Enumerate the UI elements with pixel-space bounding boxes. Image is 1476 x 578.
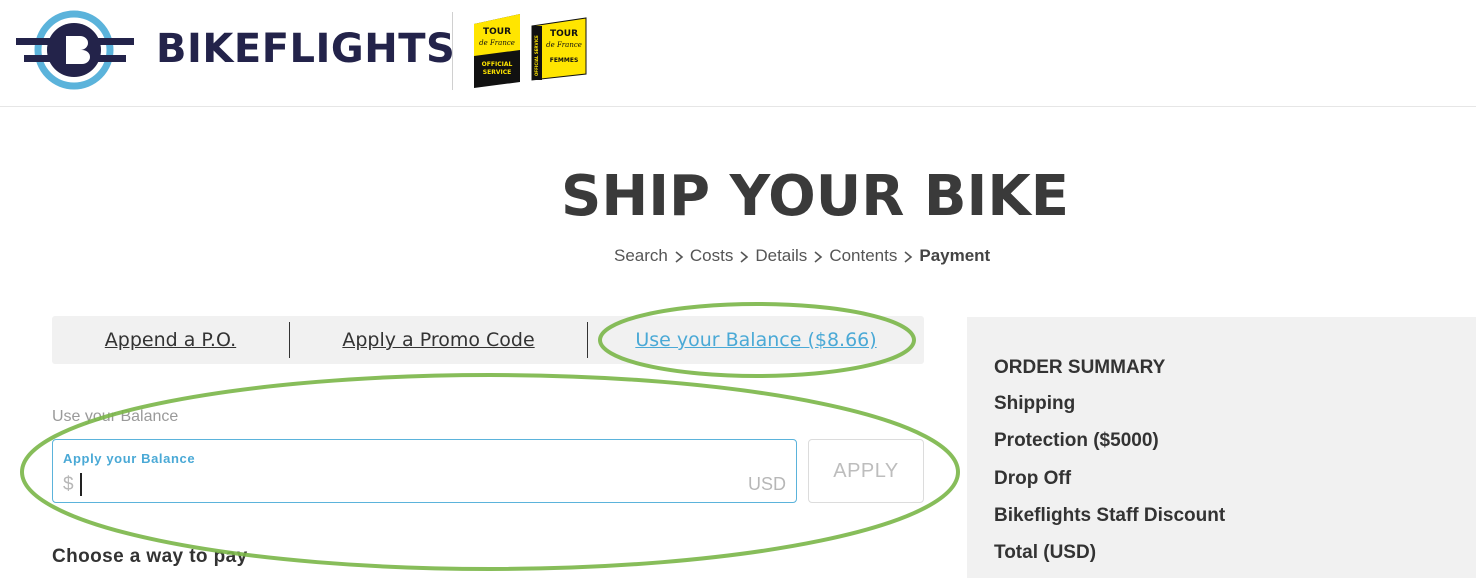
- text-cursor: [80, 473, 82, 496]
- badge2-text-line4: OFFICIAL SERVICE: [534, 35, 539, 76]
- chevron-right-icon: [807, 246, 829, 266]
- balance-amount-input[interactable]: Apply your Balance $ USD: [52, 439, 797, 503]
- currency-suffix: USD: [747, 474, 786, 494]
- tab-use-balance[interactable]: Use your Balance ($8.66): [588, 316, 924, 364]
- breadcrumb-contents[interactable]: Contents: [829, 246, 897, 266]
- apply-balance-button[interactable]: APPLY: [808, 439, 924, 503]
- badge2-text-line2: de France: [546, 41, 582, 49]
- badge1-text-line3: OFFICIAL: [482, 61, 513, 68]
- summary-line-protection: Protection ($5000): [994, 430, 1159, 451]
- site-header: BIKEFLIGHTS TOUR de France OFFICIAL SERV…: [0, 0, 1476, 107]
- badge1-text-line1: TOUR: [483, 27, 511, 37]
- brand-name[interactable]: BIKEFLIGHTS: [156, 26, 455, 72]
- tab-apply-promo-code[interactable]: Apply a Promo Code: [290, 316, 587, 364]
- bikeflights-logo-icon[interactable]: [14, 10, 136, 92]
- page-title: SHIP YOUR BIKE: [561, 164, 1069, 229]
- summary-line-drop-off: Drop Off: [994, 468, 1072, 489]
- breadcrumb-payment: Payment: [919, 246, 991, 265]
- badge1-text-line4: SERVICE: [483, 69, 511, 76]
- tab-append-po[interactable]: Append a P.O.: [52, 316, 289, 364]
- currency-prefix: $: [63, 474, 74, 495]
- order-summary-title: ORDER SUMMARY: [994, 357, 1166, 378]
- tour-de-france-femmes-badge: TOUR de France FEMMES OFFICIAL SERVICE: [531, 17, 587, 81]
- tour-de-france-official-service-badge: TOUR de France OFFICIAL SERVICE: [474, 14, 520, 88]
- chevron-right-icon: [668, 246, 690, 266]
- summary-line-total: Total (USD): [994, 542, 1097, 563]
- summary-line-staff-discount: Bikeflights Staff Discount: [994, 505, 1226, 526]
- breadcrumb-search[interactable]: Search: [614, 246, 668, 266]
- header-divider: [452, 12, 453, 90]
- breadcrumb: Search Costs Details Contents Payment: [614, 245, 990, 267]
- badge1-text-line2: de France: [479, 39, 515, 47]
- breadcrumb-costs[interactable]: Costs: [690, 246, 733, 266]
- balance-section-label: Use your Balance: [52, 408, 179, 425]
- choose-payment-heading: Choose a way to pay: [52, 546, 248, 567]
- payment-options-tabs: Append a P.O. Apply a Promo Code Use you…: [52, 316, 924, 364]
- order-summary-panel: ORDER SUMMARY Shipping Protection ($5000…: [967, 317, 1476, 578]
- badge2-text-line3: FEMMES: [550, 57, 579, 64]
- chevron-right-icon: [897, 246, 919, 266]
- chevron-right-icon: [733, 246, 755, 266]
- summary-line-shipping: Shipping: [994, 393, 1076, 414]
- breadcrumb-details[interactable]: Details: [755, 246, 807, 266]
- balance-field-label: Apply your Balance: [63, 451, 196, 466]
- badge2-text-line1: TOUR: [550, 29, 578, 39]
